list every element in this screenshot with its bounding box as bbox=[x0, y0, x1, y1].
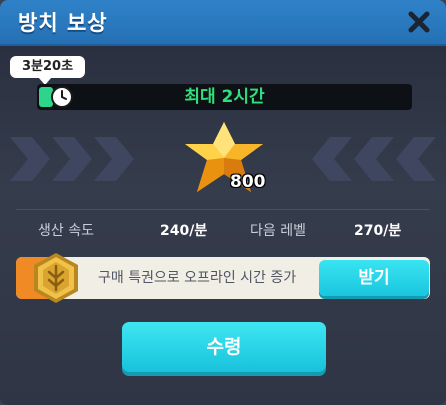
reward-amount: 800 bbox=[230, 172, 266, 192]
close-icon bbox=[408, 11, 430, 33]
next-level-label: 다음 레벨 bbox=[250, 223, 306, 239]
dialog-header: 방치 보상 bbox=[0, 0, 446, 46]
claim-button[interactable]: 수령 bbox=[122, 322, 326, 372]
dialog-title: 방치 보상 bbox=[18, 11, 108, 35]
divider bbox=[16, 209, 430, 210]
receive-button[interactable]: 받기 bbox=[319, 260, 429, 296]
close-button[interactable] bbox=[406, 9, 432, 35]
coin-badge-icon bbox=[34, 253, 78, 303]
next-level-value: 270/분 bbox=[354, 223, 402, 239]
production-speed-label: 생산 속도 bbox=[38, 223, 94, 239]
chevron-left-decoration-icon bbox=[10, 137, 134, 181]
idle-time-bar: 최대 2시간 bbox=[37, 84, 412, 110]
promo-text: 구매 특권으로 오프라인 시간 증가 bbox=[98, 270, 297, 286]
idle-reward-dialog: 방치 보상 3분20초 최대 2시간 800 생산 속도 240/분 다음 레벨… bbox=[0, 0, 446, 405]
elapsed-time-tag: 3분20초 bbox=[10, 56, 86, 85]
production-speed-value: 240/분 bbox=[160, 223, 208, 239]
max-time-label: 최대 2시간 bbox=[184, 87, 265, 107]
chevron-right-decoration-icon bbox=[312, 137, 436, 181]
